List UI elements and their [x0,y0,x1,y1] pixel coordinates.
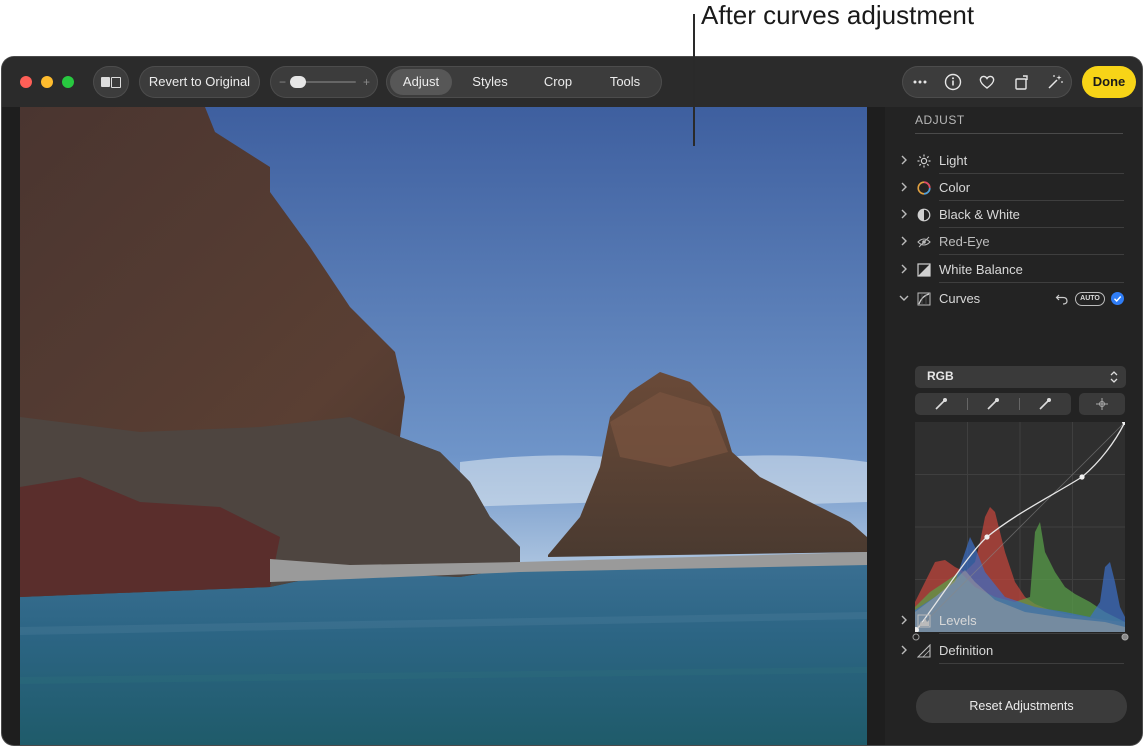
curves-icon [917,292,931,306]
chevron-right-icon [901,209,907,219]
photos-window: Revert to Original − + Adjust Styles Cro… [2,57,1142,745]
compare-after-icon [111,77,121,88]
chevron-right-icon [901,182,907,192]
color-wheel-icon [917,181,931,195]
edit-mode-tabs: Adjust Styles Crop Tools [386,66,662,98]
section-label: Black & White [939,207,1020,222]
curves-channel-select[interactable]: RGB [915,366,1126,388]
section-white-balance[interactable]: White Balance [899,257,1124,283]
section-label: Definition [939,643,994,658]
zoom-in-icon: + [362,75,370,89]
section-divider [939,633,1124,634]
black-point-eyedropper-icon[interactable] [933,396,949,412]
done-button[interactable]: Done [1082,66,1136,98]
chevron-down-icon [899,295,909,301]
zoom-slider-knob[interactable] [290,76,306,88]
section-divider [939,282,1124,283]
chevron-right-icon [901,615,907,625]
section-divider [939,227,1124,228]
section-divider [939,254,1124,255]
tab-tools[interactable]: Tools [592,69,658,95]
toolbar-actions [902,66,1072,98]
white-balance-icon [917,263,931,277]
callout-label: After curves adjustment [701,0,975,30]
auto-curves-button[interactable]: AUTO [1075,292,1105,306]
definition-icon [917,644,931,658]
tab-crop[interactable]: Crop [524,69,592,95]
rotate-icon [1015,75,1028,90]
more-icon [913,80,927,84]
chevron-right-icon [901,264,907,274]
eyedropper-separator [1019,398,1020,410]
sidebar-header-divider [915,133,1123,134]
curves-eyedropper-group [915,393,1071,415]
curves-graph[interactable] [915,422,1125,632]
section-levels[interactable]: Levels [899,608,1124,634]
levels-icon [917,614,931,628]
section-red-eye[interactable]: Red-Eye [899,229,1124,255]
chevron-right-icon [901,645,907,655]
adjust-sidebar: ADJUST Light Color Black & White Red-Eye… [885,107,1142,745]
white-point-eyedropper-icon[interactable] [1037,396,1053,412]
photo-canvas[interactable] [20,107,867,745]
zoom-window-button[interactable] [62,76,74,88]
eyedropper-separator [967,398,968,410]
mid-point-eyedropper-icon[interactable] [985,396,1001,412]
checkmark-icon[interactable] [1111,292,1124,305]
rotate-button[interactable] [1006,66,1038,98]
reset-adjustments-button[interactable]: Reset Adjustments [916,690,1127,723]
section-label: White Balance [939,262,1023,277]
curve-point[interactable] [984,534,990,540]
section-divider [939,663,1124,664]
section-label: Levels [939,613,977,628]
close-window-button[interactable] [20,76,32,88]
info-button[interactable] [937,66,969,98]
auto-enhance-button[interactable] [1039,66,1071,98]
favorite-button[interactable] [971,66,1003,98]
eye-icon [917,236,931,248]
section-label: Curves [939,291,981,306]
zoom-slider[interactable]: − + [270,66,378,98]
info-icon [944,73,962,91]
compare-button[interactable] [93,66,129,98]
sun-icon [917,154,931,168]
compare-before-icon [101,77,110,87]
tab-styles[interactable]: Styles [456,69,524,95]
curves-channel-value: RGB [927,369,954,383]
section-color[interactable]: Color [899,175,1124,201]
more-button[interactable] [904,66,936,98]
toolbar: Revert to Original − + Adjust Styles Cro… [2,57,1142,107]
section-black-white[interactable]: Black & White [899,202,1124,228]
section-divider [939,173,1124,174]
chevron-right-icon [901,155,907,165]
magic-wand-icon [1048,75,1063,89]
curves-target-button[interactable] [1079,393,1125,415]
section-label: Color [939,180,971,195]
sidebar-header: ADJUST [915,113,965,127]
revert-to-original-button[interactable]: Revert to Original [139,66,260,98]
half-circle-icon [917,208,931,222]
tab-adjust[interactable]: Adjust [390,69,452,95]
undo-icon[interactable] [1055,292,1069,306]
curve-point[interactable] [1079,474,1085,480]
section-label: Light [939,153,968,168]
crosshair-icon [1096,398,1108,410]
chevron-right-icon [901,236,907,246]
section-light[interactable]: Light [899,148,1124,174]
section-label: Red-Eye [939,234,990,249]
zoom-out-icon: − [279,75,287,89]
heart-icon [979,75,995,89]
minimize-window-button[interactable] [41,76,53,88]
chevron-updown-icon [1110,371,1118,383]
section-curves[interactable]: Curves AUTO [899,286,1124,312]
callout-line [693,14,695,146]
section-definition[interactable]: Definition [899,638,1124,664]
section-divider [939,200,1124,201]
